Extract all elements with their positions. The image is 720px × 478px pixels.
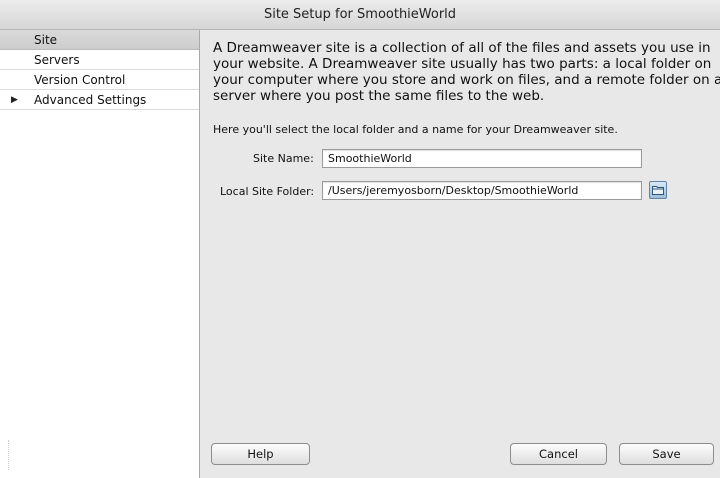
sidebar: Site Servers Version Control ▶ Advanced …	[0, 30, 200, 478]
sidebar-item-advanced-settings[interactable]: ▶ Advanced Settings	[0, 90, 199, 110]
sidebar-item-label: Version Control	[34, 73, 126, 87]
save-button[interactable]: Save	[619, 443, 714, 465]
window-title: Site Setup for SmoothieWorld	[263, 7, 457, 22]
site-settings-panel: A Dreamweaver site is a collection of al…	[201, 30, 720, 478]
browse-folder-button[interactable]	[649, 181, 667, 199]
sidebar-item-site[interactable]: Site	[0, 30, 199, 50]
folder-icon	[652, 186, 664, 195]
site-name-label: Site Name:	[253, 152, 314, 165]
instructions-text: Here you'll select the local folder and …	[213, 123, 618, 136]
sidebar-item-version-control[interactable]: Version Control	[0, 70, 199, 90]
site-name-field[interactable]: SmoothieWorld	[322, 149, 642, 168]
local-folder-label: Local Site Folder:	[220, 185, 315, 198]
resize-grip[interactable]	[8, 440, 12, 470]
cancel-button[interactable]: Cancel	[510, 443, 607, 465]
local-folder-field[interactable]: /Users/jeremyosborn/Desktop/SmoothieWorl…	[322, 181, 642, 200]
disclosure-triangle-icon[interactable]: ▶	[11, 90, 18, 110]
intro-text: A Dreamweaver site is a collection of al…	[213, 40, 720, 104]
help-button[interactable]: Help	[211, 443, 310, 465]
sidebar-item-label: Advanced Settings	[34, 93, 147, 107]
sidebar-item-servers[interactable]: Servers	[0, 50, 199, 70]
sidebar-item-label: Servers	[34, 53, 80, 67]
sidebar-item-label: Site	[34, 33, 58, 47]
title-bar: Site Setup for SmoothieWorld	[0, 0, 720, 30]
